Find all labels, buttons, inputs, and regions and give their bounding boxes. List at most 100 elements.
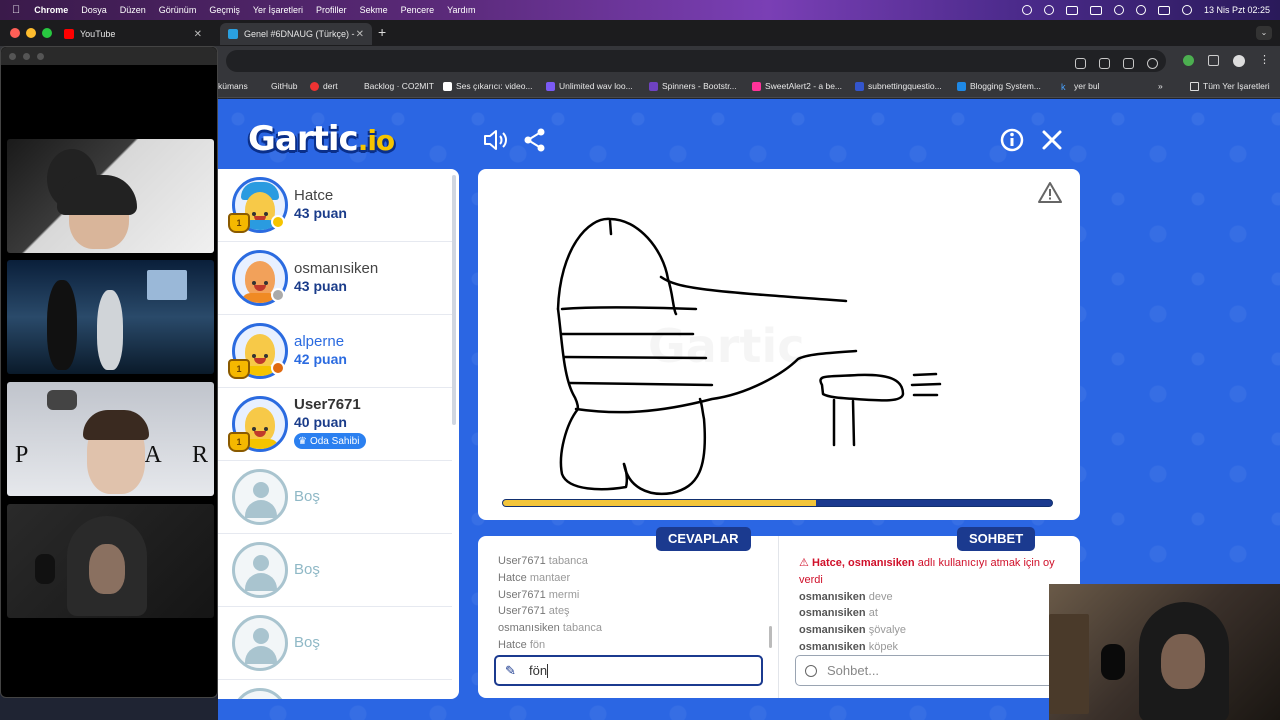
spotlight-search-icon[interactable] <box>1135 5 1146 15</box>
player-row[interactable]: 1 User7671 40 puan ♛ Oda Sahibi <box>218 388 452 461</box>
player-name: alperne <box>294 333 345 350</box>
video-tile[interactable] <box>7 504 214 618</box>
player-name: osmanısiken <box>294 260 379 277</box>
chat-input-placeholder: Sohbet... <box>827 663 880 678</box>
siri-icon[interactable] <box>1181 5 1192 15</box>
menu-yardim[interactable]: Yardım <box>447 5 475 15</box>
bookmark-item[interactable]: GitHub <box>271 81 297 91</box>
tab-search-chevron-icon[interactable]: ⌄ <box>1256 26 1272 40</box>
close-window-icon[interactable] <box>10 28 20 38</box>
menu-dosya[interactable]: Dosya <box>81 5 107 15</box>
player-row-current-user[interactable]: 1 alperne 42 puan <box>218 315 452 388</box>
browser-tab-bar: YouTube ✕ Genel #6DNAUG (Türkçe) - G ✕ +… <box>0 20 1280 46</box>
minimize-window-icon[interactable] <box>26 28 36 38</box>
webcam-overlay <box>1049 584 1280 720</box>
menu-clock[interactable]: 13 Nis Pzt 02:25 <box>1204 5 1270 15</box>
video-tile[interactable]: PIXAR <box>7 382 214 496</box>
empty-slot-label: Boş <box>294 634 320 651</box>
chat-message: osmanısiken at <box>799 607 878 620</box>
bookmark-item[interactable]: Unlimited wav loo... <box>546 81 633 91</box>
menu-pencere[interactable]: Pencere <box>401 5 435 15</box>
answers-scrollbar[interactable] <box>769 626 772 648</box>
overlay-zoom-icon[interactable] <box>37 53 44 60</box>
menu-yer-isaretleri[interactable]: Yer İşaretleri <box>253 5 303 15</box>
answer-message: User7671 ateş <box>498 605 570 618</box>
tab-gartic[interactable]: Genel #6DNAUG (Türkçe) - G ✕ <box>220 23 372 45</box>
trophy-icon: 1 <box>228 359 250 379</box>
all-bookmarks-folder[interactable]: Tüm Yer İşaretleri <box>1190 81 1270 91</box>
tab-title: YouTube <box>80 29 116 39</box>
control-center-icon[interactable] <box>1157 5 1170 15</box>
text-caret <box>547 663 549 678</box>
chevron-right-icon: » <box>1158 81 1163 91</box>
overlay-close-icon[interactable] <box>9 53 16 60</box>
bookmark-favicon-icon <box>752 81 761 91</box>
install-icon[interactable] <box>1123 58 1134 69</box>
omnibox[interactable] <box>226 50 1166 72</box>
bookmark-item[interactable]: Ses çıkarıcı: video... <box>443 81 533 91</box>
drawing-canvas[interactable]: Gartic <box>478 169 1080 520</box>
close-tab-icon[interactable]: ✕ <box>356 29 364 40</box>
tab-title: Genel #6DNAUG (Türkçe) - G <box>244 29 356 39</box>
omnibox-actions <box>1075 58 1158 69</box>
bookmark-item[interactable]: Backlog · CO2MIT <box>364 81 434 91</box>
menu-app-name[interactable]: Chrome <box>34 5 68 15</box>
display-icon[interactable] <box>1065 5 1078 15</box>
extensions-puzzle-icon[interactable] <box>1208 55 1219 66</box>
menu-gecmis[interactable]: Geçmiş <box>209 5 240 15</box>
player-status-dot <box>271 361 285 375</box>
bookmark-item[interactable]: Spinners - Bootstr... <box>649 81 737 91</box>
record-icon[interactable] <box>1021 5 1032 15</box>
extension-icon[interactable] <box>1183 55 1194 66</box>
overlay-minimize-icon[interactable] <box>23 53 30 60</box>
close-tab-icon[interactable]: ✕ <box>194 29 202 40</box>
player-status-dot <box>271 215 285 229</box>
player-score: 43 puan <box>294 278 347 294</box>
bookmarks-overflow[interactable]: » <box>1158 81 1163 91</box>
video-tile[interactable] <box>7 139 214 253</box>
menu-gorunum[interactable]: Görünüm <box>159 5 197 15</box>
movie-light <box>147 270 187 300</box>
tracking-icon[interactable] <box>1075 58 1086 69</box>
video-call-overlay[interactable]: PIXAR <box>0 46 218 698</box>
player-row[interactable]: osmanısiken 43 puan <box>218 242 452 315</box>
player-name: Hatce <box>294 187 334 204</box>
menu-duzen[interactable]: Düzen <box>120 5 146 15</box>
video-tile[interactable] <box>7 260 214 374</box>
share-icon[interactable] <box>522 127 548 153</box>
players-scrollbar[interactable] <box>452 175 456 425</box>
info-icon[interactable] <box>999 127 1025 153</box>
zoom-window-icon[interactable] <box>42 28 52 38</box>
more-menu-icon[interactable]: ⋮ <box>1259 55 1270 67</box>
bookmark-item[interactable]: dert <box>310 81 338 91</box>
apple-icon[interactable]:  <box>12 4 20 16</box>
bookmark-star-icon[interactable] <box>1147 58 1158 69</box>
report-warning-icon[interactable] <box>1038 181 1062 203</box>
tab-youtube[interactable]: YouTube ✕ <box>56 23 210 45</box>
menu-profiller[interactable]: Profiller <box>316 5 347 15</box>
player-row[interactable]: 1 Hatce 43 puan <box>218 169 452 242</box>
wifi-icon[interactable] <box>1113 5 1124 15</box>
bookmark-item[interactable]: subnettingquestio... <box>855 81 942 91</box>
bookmark-item[interactable]: SweetAlert2 - a be... <box>752 81 842 91</box>
bookmark-item[interactable]: Blogging System... <box>957 81 1041 91</box>
headphones-shape <box>57 175 137 215</box>
sound-icon[interactable] <box>482 127 508 153</box>
chat-input[interactable]: Sohbet... <box>795 655 1063 686</box>
close-game-icon[interactable] <box>1039 127 1065 153</box>
profile-avatar-icon[interactable] <box>1233 55 1245 67</box>
empty-slot: Boş <box>218 607 452 680</box>
chat-list: ⚠ Hatce, osmanısiken adlı kullanıcıyı at… <box>799 555 1060 656</box>
chat-message: osmanısiken şövalye <box>799 624 906 637</box>
translate-icon[interactable] <box>1099 58 1110 69</box>
battery-icon[interactable] <box>1089 5 1102 15</box>
answer-input[interactable]: ✎ fön <box>494 655 763 686</box>
overlay-titlebar[interactable] <box>1 47 217 65</box>
player-status-dot <box>271 288 285 302</box>
bookmark-item[interactable]: kümans <box>218 81 248 91</box>
drawing-strokes <box>556 217 942 496</box>
bookmark-item[interactable]: k yer bul <box>1061 81 1100 92</box>
new-tab-icon[interactable]: + <box>378 24 386 40</box>
screen-share-icon[interactable] <box>1043 5 1054 15</box>
menu-sekme[interactable]: Sekme <box>360 5 388 15</box>
